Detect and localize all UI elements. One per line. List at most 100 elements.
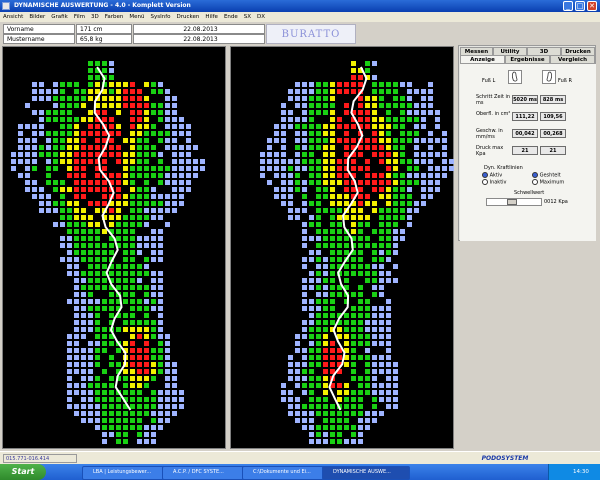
pressure-cell [95, 334, 100, 339]
pressure-cell [344, 145, 349, 150]
task-dynamische[interactable]: DYNAMISCHE AUSWE... [322, 466, 410, 480]
menu-ende[interactable]: Ende [221, 12, 241, 22]
minimize-button[interactable]: _ [563, 1, 573, 11]
pressure-cell [67, 82, 72, 87]
pressure-cell [123, 229, 128, 234]
date-field-1[interactable]: 22.08.2013 [133, 24, 265, 34]
right-foot-pressure-panel[interactable] [230, 46, 454, 449]
pressure-cell [351, 292, 356, 297]
pressure-cell [74, 124, 79, 129]
threshold-slider[interactable] [486, 198, 542, 206]
pressure-cell [414, 166, 419, 171]
menu-sx[interactable]: SX [241, 12, 254, 22]
pressure-cell [295, 145, 300, 150]
pressure-cell [323, 348, 328, 353]
task-explorer[interactable]: C:\Dokumente und Ei... [242, 466, 330, 480]
pressure-cell [288, 194, 293, 199]
pressure-cell [144, 103, 149, 108]
option-inactive[interactable]: Inaktiv [482, 179, 507, 186]
foot-left-label: Fuß L [482, 78, 496, 84]
menu-dx[interactable]: DX [254, 12, 268, 22]
pressure-cell [88, 271, 93, 276]
pressure-cell [39, 194, 44, 199]
pressure-cell [372, 369, 377, 374]
pressure-cell [95, 411, 100, 416]
last-name-field[interactable]: Mustername [3, 34, 75, 44]
pressure-cell [53, 180, 58, 185]
pressure-cell [379, 320, 384, 325]
menu-bilder[interactable]: Bilder [26, 12, 48, 22]
maximize-button[interactable]: □ [575, 1, 585, 11]
pressure-cell [407, 187, 412, 192]
pressure-cell [316, 145, 321, 150]
pressure-cell [337, 327, 342, 332]
window-title-bar[interactable]: DYNAMISCHE AUSWERTUNG - 4.0 - Komplett V… [0, 0, 600, 12]
pressure-cell [39, 201, 44, 206]
option-maximum[interactable]: Maximum [532, 179, 564, 186]
pressure-cell [11, 152, 16, 157]
pressure-cell [116, 229, 121, 234]
pressure-cell [337, 222, 342, 227]
tab-anzeige[interactable]: Anzeige [460, 55, 505, 63]
pressure-cell [60, 110, 65, 115]
pressure-cell [288, 369, 293, 374]
pressure-cell [130, 82, 135, 87]
first-name-field[interactable]: Vorname [3, 24, 75, 34]
pressure-cell [165, 418, 170, 423]
height-field[interactable]: 171 cm [76, 24, 132, 34]
pressure-cell [379, 355, 384, 360]
tab-3d[interactable]: 3D [527, 47, 561, 55]
pressure-cell [179, 117, 184, 122]
tab-ergebnisse[interactable]: Ergebnisse [505, 55, 550, 63]
task-acp[interactable]: A.C.P. / DFC SYSTE... [162, 466, 250, 480]
menu-sysinfo[interactable]: SysInfo [148, 12, 174, 22]
weight-field[interactable]: 65,8 kg [76, 34, 132, 44]
tab-drucken[interactable]: Drucken [561, 47, 595, 55]
menu-3d[interactable]: 3D [88, 12, 102, 22]
pressure-cell [407, 215, 412, 220]
pressure-cell [372, 271, 377, 276]
pressure-cell [393, 404, 398, 409]
tab-vergleich[interactable]: Vergleich [550, 55, 595, 63]
pressure-cell [421, 194, 426, 199]
close-button[interactable]: ✕ [587, 1, 597, 11]
date-field-2[interactable]: 22.08.2013 [133, 34, 265, 44]
tab-utility[interactable]: Utility [493, 47, 527, 55]
pressure-cell [309, 215, 314, 220]
left-foot-pressure-panel[interactable] [2, 46, 226, 449]
pressure-cell [179, 194, 184, 199]
menu-grafik[interactable]: Grafik [48, 12, 71, 22]
menu-menue[interactable]: Menü [126, 12, 147, 22]
pressure-cell [330, 404, 335, 409]
pressure-cell [88, 320, 93, 325]
tab-messen[interactable]: Messen [460, 47, 493, 55]
menu-hilfe[interactable]: Hilfe [202, 12, 221, 22]
pressure-cell [302, 131, 307, 136]
pressure-cell [407, 110, 412, 115]
left-foot-icon[interactable] [508, 70, 522, 84]
pressure-cell [323, 299, 328, 304]
pressure-cell [186, 173, 191, 178]
pressure-cell [88, 250, 93, 255]
start-button[interactable]: Start [0, 464, 46, 480]
menu-farben[interactable]: Farben [102, 12, 127, 22]
menu-ansicht[interactable]: Ansicht [0, 12, 26, 22]
pressure-cell [393, 362, 398, 367]
option-active[interactable]: Aktiv [482, 172, 502, 179]
pressure-cell [32, 166, 37, 171]
threshold-slider-thumb[interactable] [507, 199, 517, 205]
pressure-cell [81, 159, 86, 164]
pressure-cell [442, 159, 447, 164]
pressure-cell [158, 180, 163, 185]
pressure-cell [302, 187, 307, 192]
pressure-cell [158, 306, 163, 311]
pressure-cell [302, 82, 307, 87]
option-smoothed[interactable]: Geshtelt [532, 172, 561, 179]
task-lba[interactable]: LBA | Leistungsbewer... [82, 466, 170, 480]
right-foot-icon[interactable] [542, 70, 556, 84]
pressure-cell [144, 292, 149, 297]
pressure-cell [172, 96, 177, 101]
pressure-cell [102, 201, 107, 206]
menu-film[interactable]: Film [71, 12, 88, 22]
menu-drucken[interactable]: Drucken [174, 12, 203, 22]
